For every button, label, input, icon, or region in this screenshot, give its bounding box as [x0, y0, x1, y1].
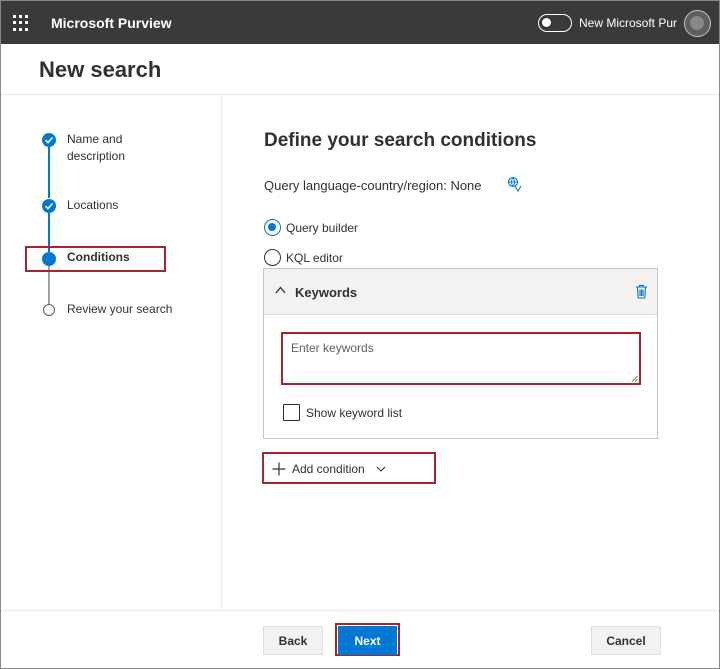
cancel-button[interactable]: Cancel [591, 626, 661, 655]
section-title: Define your search conditions [264, 130, 537, 151]
keywords-card-title: Keywords [295, 285, 358, 300]
step-4-label[interactable]: Review your search [67, 301, 172, 318]
new-experience-toggle-label: New Microsoft Pur [579, 16, 678, 30]
next-button[interactable]: Next [338, 626, 397, 655]
step-3-label[interactable]: Conditions [67, 249, 130, 266]
step-3-current-dot [42, 252, 56, 266]
query-builder-label[interactable]: Query builder [286, 221, 358, 235]
globe-language-icon[interactable] [506, 176, 522, 192]
show-keyword-list-label[interactable]: Show keyword list [306, 406, 402, 420]
keywords-input[interactable] [281, 332, 641, 385]
trash-icon[interactable] [635, 284, 648, 299]
back-button[interactable]: Back [263, 626, 323, 655]
stepper-divider [221, 95, 222, 610]
add-condition-label: Add condition [292, 462, 365, 476]
query-builder-radio[interactable] [264, 219, 281, 236]
kql-editor-label[interactable]: KQL editor [286, 251, 343, 265]
resize-grip-icon[interactable] [631, 375, 638, 382]
query-language-text: Query language-country/region: None [264, 178, 482, 193]
add-condition-button[interactable]: Add condition [262, 452, 436, 484]
step-2-check-icon [42, 199, 56, 213]
plus-icon [272, 462, 286, 476]
keywords-card-header[interactable]: Keywords [264, 269, 657, 315]
step-connector [48, 146, 50, 198]
step-1-check-icon [42, 133, 56, 147]
new-experience-toggle[interactable] [538, 14, 572, 32]
step-1-label[interactable]: Name and description [67, 131, 167, 165]
keywords-card: Keywords Show keyword list [263, 268, 658, 439]
step-2-label[interactable]: Locations [67, 197, 118, 214]
kql-editor-radio[interactable] [264, 249, 281, 266]
page-title: New search [39, 57, 162, 82]
step-4-dot [43, 304, 55, 316]
chevron-down-icon [376, 466, 386, 472]
avatar[interactable] [684, 10, 711, 37]
app-launcher-icon[interactable] [13, 15, 29, 31]
chevron-up-icon[interactable] [275, 286, 286, 294]
top-bar: Microsoft Purview New Microsoft Pur [1, 1, 719, 44]
app-title[interactable]: Microsoft Purview [51, 15, 172, 31]
show-keyword-list-checkbox[interactable] [283, 404, 300, 421]
footer-divider [1, 610, 719, 611]
header-divider [1, 94, 719, 95]
